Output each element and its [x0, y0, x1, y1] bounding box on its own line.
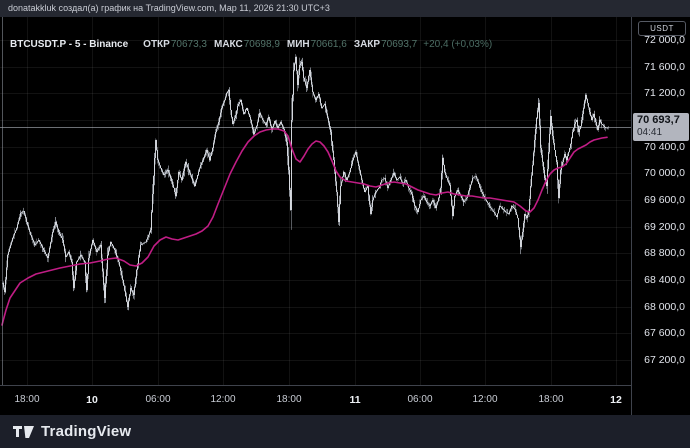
price-tick: 71 200,0 [644, 87, 685, 99]
price-tick: 70 400,0 [644, 141, 685, 153]
price-tick: 68 800,0 [644, 247, 685, 259]
footer-bar: TradingView [0, 415, 690, 448]
last-price-label: 70 693,7 04:41 [633, 113, 689, 141]
ohlc-value: 70673,3 [171, 39, 207, 50]
attribution-text: donatakkluk создал(а) график на TradingV… [8, 3, 330, 13]
bar-countdown: 04:41 [637, 127, 689, 139]
ohlc-label: МАКС [214, 39, 243, 50]
ohlc-label: МИН [287, 39, 310, 50]
price-tick: 67 600,0 [644, 327, 685, 339]
time-tick: 18:00 [14, 394, 39, 405]
date-tick: 11 [349, 394, 360, 406]
time-tick: 12:00 [210, 394, 235, 405]
brand-name: TradingView [41, 423, 131, 440]
price-tick: 68 000,0 [644, 301, 685, 313]
change-value: +20,4 (+0,03%) [423, 39, 492, 50]
date-tick: 10 [86, 394, 98, 406]
time-tick: 12:00 [472, 394, 497, 405]
ohlc-value: 70661,6 [311, 39, 347, 50]
ohlc-label: ЗАКР [354, 39, 380, 50]
attribution-bar: donatakkluk создал(а) график на TradingV… [0, 0, 690, 17]
price-tick: 69 200,0 [644, 221, 685, 233]
date-tick: 12 [610, 394, 622, 406]
time-tick: 06:00 [407, 394, 432, 405]
price-tick: 70 000,0 [644, 167, 685, 179]
time-axis[interactable]: 18:00 10 06:00 12:00 18:00 11 06:00 12:00 18:00 1… [0, 385, 631, 415]
ohlc-label: ОТКР [143, 39, 170, 50]
time-tick: 18:00 [276, 394, 301, 405]
tradingview-logo-icon [13, 422, 34, 442]
price-tick: 71 600,0 [644, 61, 685, 73]
chart-pane[interactable]: BTCUSDT.P - 5 - BinanceОТКР70673,3МАКС70… [0, 17, 631, 385]
time-tick: 18:00 [538, 394, 563, 405]
tradingview-logo[interactable]: TradingView [13, 422, 131, 442]
chart-legend: BTCUSDT.P - 5 - BinanceОТКР70673,3МАКС70… [10, 39, 492, 50]
time-tick: 06:00 [145, 394, 170, 405]
last-price-value: 70 693,7 [637, 114, 689, 127]
ohlc-value: 70693,7 [381, 39, 417, 50]
price-tick: 72 000,0 [644, 34, 685, 46]
ohlc-value: 70698,9 [244, 39, 280, 50]
pane-left-edge-line [2, 17, 3, 415]
symbol-title: BTCUSDT.P - 5 - Binance [10, 39, 128, 50]
price-chart-canvas[interactable] [0, 17, 631, 385]
price-tick: 68 400,0 [644, 274, 685, 286]
tradingview-published-chart: donatakkluk создал(а) график на TradingV… [0, 0, 690, 448]
price-axis[interactable]: USDT 72 000,071 600,071 200,070 800,070 … [631, 17, 690, 415]
ohlc-values: ОТКР70673,3 МАКС70698,9 МИН70661,6 ЗАКР7069… [136, 39, 417, 50]
price-tick: 67 200,0 [644, 354, 685, 366]
price-tick: 69 600,0 [644, 194, 685, 206]
